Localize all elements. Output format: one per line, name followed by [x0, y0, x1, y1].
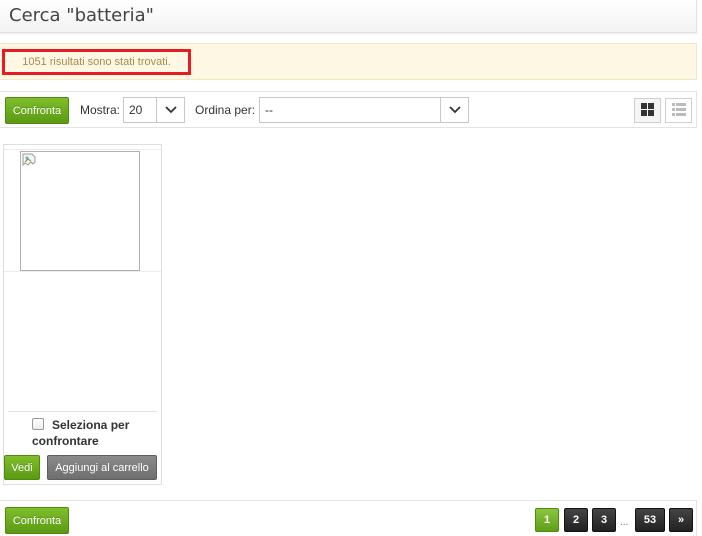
sort-label: Ordina per: — [195, 103, 256, 117]
page-number: 2 — [572, 514, 580, 526]
show-count-value: 20 — [129, 103, 143, 117]
sort-value: -- — [265, 103, 273, 117]
product-image-frame — [4, 149, 161, 272]
compare-button-label: Confronta — [12, 514, 62, 527]
list-view-button[interactable] — [665, 98, 692, 123]
compare-button-label: Confronta — [12, 104, 62, 117]
view-product-button[interactable]: Vedi — [4, 455, 40, 480]
compare-button-bottom[interactable]: Confronta — [5, 507, 69, 534]
add-to-cart-label: Aggiungi al carrello — [55, 461, 149, 474]
page-number: 3 — [600, 514, 608, 526]
page-header: Cerca "batteria" — [0, 0, 697, 33]
results-footer: Confronta 1 2 3 ... 53 » — [0, 500, 697, 536]
chevron-down-icon — [156, 98, 184, 122]
page-button-2[interactable]: 2 — [564, 508, 588, 532]
list-icon — [671, 102, 686, 119]
product-image[interactable] — [20, 151, 140, 271]
results-notice: 1051 risultati sono stati trovati. — [0, 43, 697, 80]
grid-icon — [641, 102, 654, 119]
card-divider — [8, 411, 157, 412]
broken-image-icon — [22, 153, 38, 169]
compare-checkbox[interactable] — [32, 418, 44, 430]
compare-checkbox-label: Seleziona per confrontare — [32, 418, 130, 448]
page-button-1[interactable]: 1 — [535, 508, 559, 532]
compare-button-top[interactable]: Confronta — [5, 97, 69, 124]
product-card: Seleziona per confrontare Vedi Aggiungi … — [3, 144, 162, 485]
page-number: 53 — [643, 514, 657, 526]
show-label: Mostra: — [80, 103, 121, 117]
page-button-3[interactable]: 3 — [592, 508, 616, 532]
results-toolbar: Confronta Mostra: 20 Ordina per: -- — [0, 91, 697, 128]
next-page-icon: » — [677, 514, 685, 526]
show-count-select[interactable]: 20 — [123, 97, 185, 123]
page-number: 1 — [543, 514, 551, 526]
page-title: Cerca "batteria" — [9, 5, 154, 26]
sort-select[interactable]: -- — [259, 97, 469, 123]
results-count-highlight: 1051 risultati sono stati trovati. — [2, 49, 191, 75]
chevron-down-icon — [440, 98, 468, 122]
page-button-last[interactable]: 53 — [635, 508, 665, 532]
view-button-label: Vedi — [11, 461, 33, 474]
pagination-ellipsis: ... — [620, 517, 629, 528]
compare-select-option[interactable]: Seleziona per confrontare — [32, 417, 158, 449]
add-to-cart-button[interactable]: Aggiungi al carrello — [47, 455, 157, 480]
grid-view-button[interactable] — [634, 98, 661, 123]
results-count-text: 1051 risultati sono stati trovati. — [22, 56, 171, 68]
next-page-button[interactable]: » — [669, 508, 693, 532]
